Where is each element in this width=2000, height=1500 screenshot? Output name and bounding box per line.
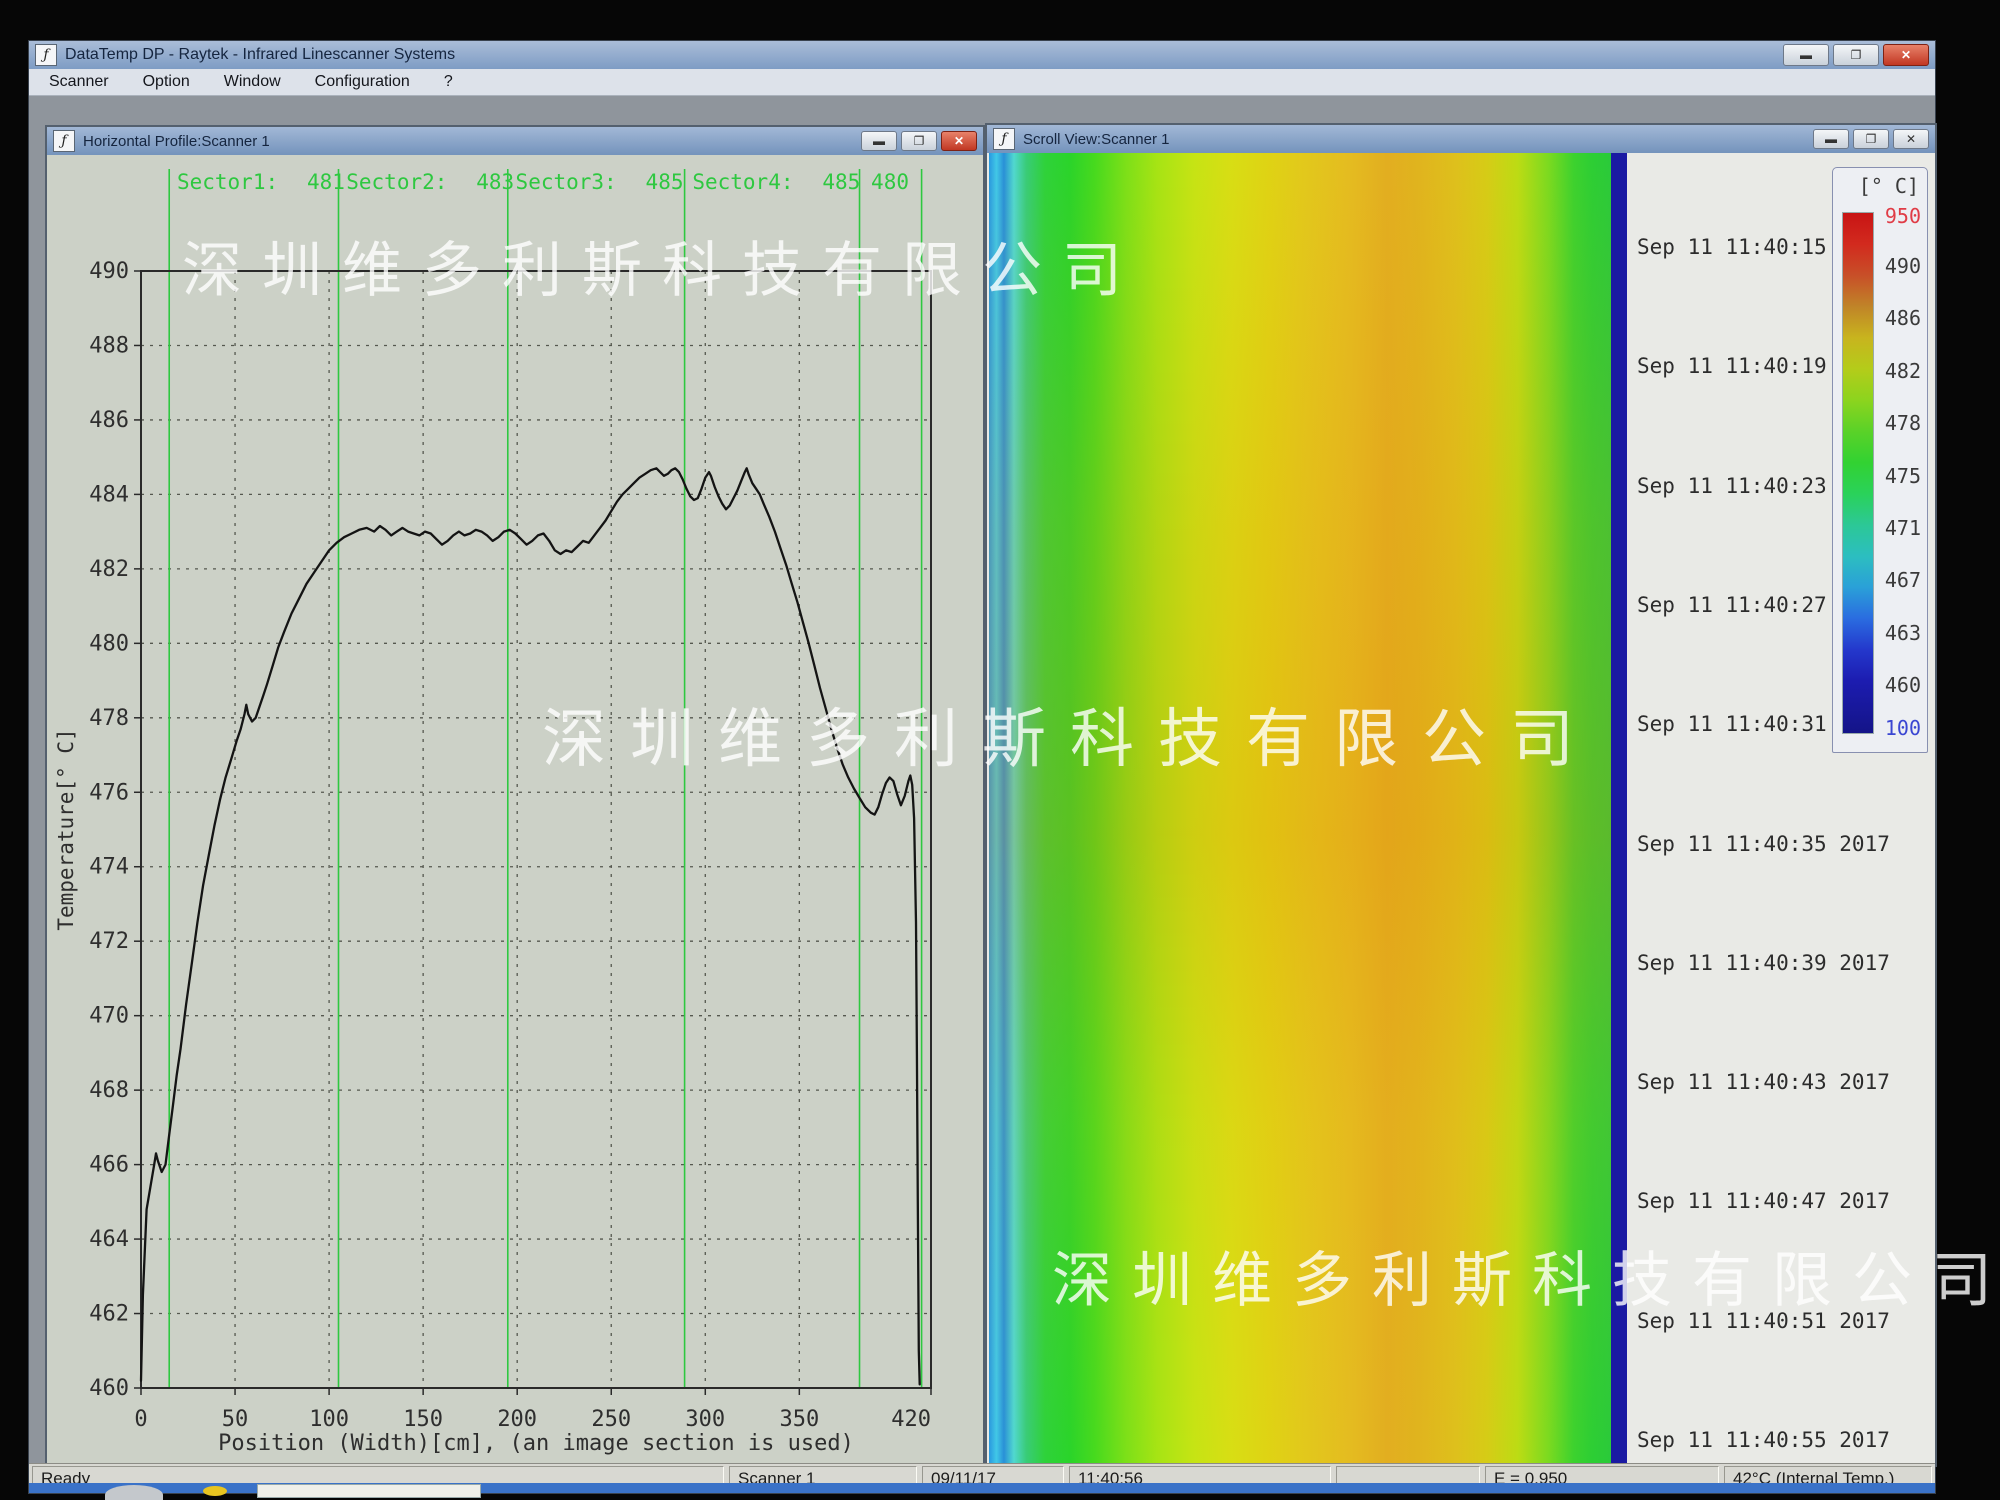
svg-text:460: 460 [89, 1376, 129, 1401]
svg-text:0: 0 [134, 1407, 147, 1432]
colorbar-tick-label: 460 [1867, 673, 1921, 695]
sector-label: Sector2: [346, 170, 447, 194]
svg-text:250: 250 [591, 1407, 631, 1432]
svg-text:420: 420 [891, 1407, 931, 1432]
profile-curve [141, 468, 920, 1384]
monitor-photo: ƒ DataTemp DP - Raytek - Infrared Linesc… [0, 0, 2000, 1500]
minimize-button[interactable]: ▬ [1783, 44, 1829, 66]
svg-text:300: 300 [685, 1407, 725, 1432]
hp-minimize-button[interactable]: ▬ [861, 131, 897, 151]
hp-titlebar: ƒ Horizontal Profile:Scanner 1 ▬ ❐ ✕ [47, 127, 983, 155]
svg-text:464: 464 [89, 1227, 129, 1252]
thermal-scan-image [989, 153, 1611, 1465]
sector-label: Sector1: [177, 170, 278, 194]
menu-bar: Scanner Option Window Configuration ? [29, 69, 1935, 96]
app-title: DataTemp DP - Raytek - Infrared Linescan… [65, 46, 455, 64]
plot-frame [141, 271, 931, 1388]
colorbar-min: 100 [1867, 716, 1921, 738]
x-axis-label: Position (Width)[cm], (an image section … [218, 1431, 854, 1456]
svg-text:474: 474 [89, 855, 129, 880]
colorbar-tick-label: 478 [1867, 411, 1921, 433]
svg-text:490: 490 [89, 259, 129, 284]
svg-text:462: 462 [89, 1302, 129, 1327]
svg-text:478: 478 [89, 706, 129, 731]
svg-text:486: 486 [89, 408, 129, 433]
svg-text:50: 50 [222, 1407, 249, 1432]
app-window-controls: ▬ ❐ ✕ [1783, 44, 1929, 66]
hp-maximize-button[interactable]: ❐ [901, 131, 937, 151]
sv-restore-button[interactable]: ❐ [1853, 129, 1889, 149]
menu-scanner[interactable]: Scanner [49, 73, 109, 91]
taskbar-app-icon[interactable] [203, 1486, 227, 1496]
y-axis-label: Temperature[° C] [54, 728, 78, 930]
hp-title: Horizontal Profile:Scanner 1 [83, 133, 270, 150]
horizontal-profile-chart: 460 462 464 466 468 470 472 474 476 478 480 482 484 4… [47, 155, 979, 1461]
svg-text:482: 482 [89, 557, 129, 582]
start-button[interactable] [105, 1485, 163, 1500]
sv-titlebar: ƒ Scroll View:Scanner 1 ▬ ❐ ✕ [987, 125, 1935, 153]
menu-option[interactable]: Option [143, 73, 190, 91]
svg-text:200: 200 [497, 1407, 537, 1432]
svg-text:468: 468 [89, 1078, 129, 1103]
colorbar-max: 950 [1867, 204, 1921, 226]
restore-button[interactable]: ❐ [1833, 44, 1879, 66]
colorbar-tick-label: 467 [1867, 568, 1921, 590]
hp-window-controls: ▬ ❐ ✕ [861, 131, 977, 151]
svg-text:466: 466 [89, 1153, 129, 1178]
taskbar[interactable] [29, 1483, 1935, 1493]
sector-label: Sector3: [516, 170, 617, 194]
app-window-icon: ƒ [35, 44, 57, 66]
sv-title: Scroll View:Scanner 1 [1023, 131, 1169, 148]
sector-value: 480 [871, 170, 909, 194]
colorbar-tick-label: 463 [1867, 621, 1921, 643]
menu-help[interactable]: ? [444, 73, 453, 91]
hp-chart-area: 460 462 464 466 468 470 472 474 476 478 480 482 484 4… [47, 155, 983, 1463]
hp-close-button[interactable]: ✕ [941, 131, 977, 151]
svg-text:470: 470 [89, 1004, 129, 1029]
app-titlebar: ƒ DataTemp DP - Raytek - Infrared Linesc… [29, 41, 1935, 69]
horizontal-profile-window: ƒ Horizontal Profile:Scanner 1 ▬ ❐ ✕ 460… [45, 125, 985, 1465]
sector-value: 485 [822, 170, 860, 194]
svg-text:488: 488 [89, 333, 129, 358]
hp-window-icon: ƒ [53, 130, 75, 152]
timestamp: Sep 11 11:40:51 2017 [1637, 1309, 1890, 1333]
temperature-colorbar: [° C] 950 100 490 486 482 478 475 471 467 463 46… [1832, 167, 1928, 753]
sector-label: Sector4: [692, 170, 793, 194]
taskbar-window-button[interactable] [257, 1484, 481, 1498]
sv-close-button[interactable]: ✕ [1893, 129, 1929, 149]
sv-window-icon: ƒ [993, 128, 1015, 150]
svg-text:476: 476 [89, 780, 129, 805]
svg-text:480: 480 [89, 631, 129, 656]
colorbar-tick-label: 482 [1867, 359, 1921, 381]
sv-window-controls: ▬ ❐ ✕ [1813, 129, 1929, 149]
scan-edge-strip [1611, 153, 1627, 1465]
sv-client-area: Sep 11 11:40:15 201Sep 11 11:40:19 201Se… [987, 153, 1935, 1465]
svg-text:150: 150 [403, 1407, 443, 1432]
menu-configuration[interactable]: Configuration [315, 73, 410, 91]
menu-window[interactable]: Window [224, 73, 281, 91]
scroll-view-window: ƒ Scroll View:Scanner 1 ▬ ❐ ✕ Sep 11 11:… [985, 123, 1937, 1467]
colorbar-tick-label: 490 [1867, 254, 1921, 276]
colorbar-tick-label: 475 [1867, 464, 1921, 486]
svg-text:350: 350 [779, 1407, 819, 1432]
svg-text:100: 100 [309, 1407, 349, 1432]
timestamp: Sep 11 11:40:39 2017 [1637, 951, 1890, 975]
sector-value: 483 [476, 170, 514, 194]
sector-value: 485 [646, 170, 684, 194]
colorbar-unit: [° C] [1859, 174, 1919, 198]
timestamp: Sep 11 11:40:43 2017 [1637, 1070, 1890, 1094]
timestamp: Sep 11 11:40:47 2017 [1637, 1189, 1890, 1213]
app-window: ƒ DataTemp DP - Raytek - Infrared Linesc… [28, 40, 1936, 1494]
sv-minimize-button[interactable]: ▬ [1813, 129, 1849, 149]
svg-text:484: 484 [89, 482, 129, 507]
colorbar-tick-label: 486 [1867, 306, 1921, 328]
svg-text:472: 472 [89, 929, 129, 954]
timestamp: Sep 11 11:40:35 2017 [1637, 832, 1890, 856]
close-button[interactable]: ✕ [1883, 44, 1929, 66]
sector-value: 481 [307, 170, 345, 194]
timestamp: Sep 11 11:40:55 2017 [1637, 1428, 1890, 1452]
colorbar-tick-label: 471 [1867, 516, 1921, 538]
